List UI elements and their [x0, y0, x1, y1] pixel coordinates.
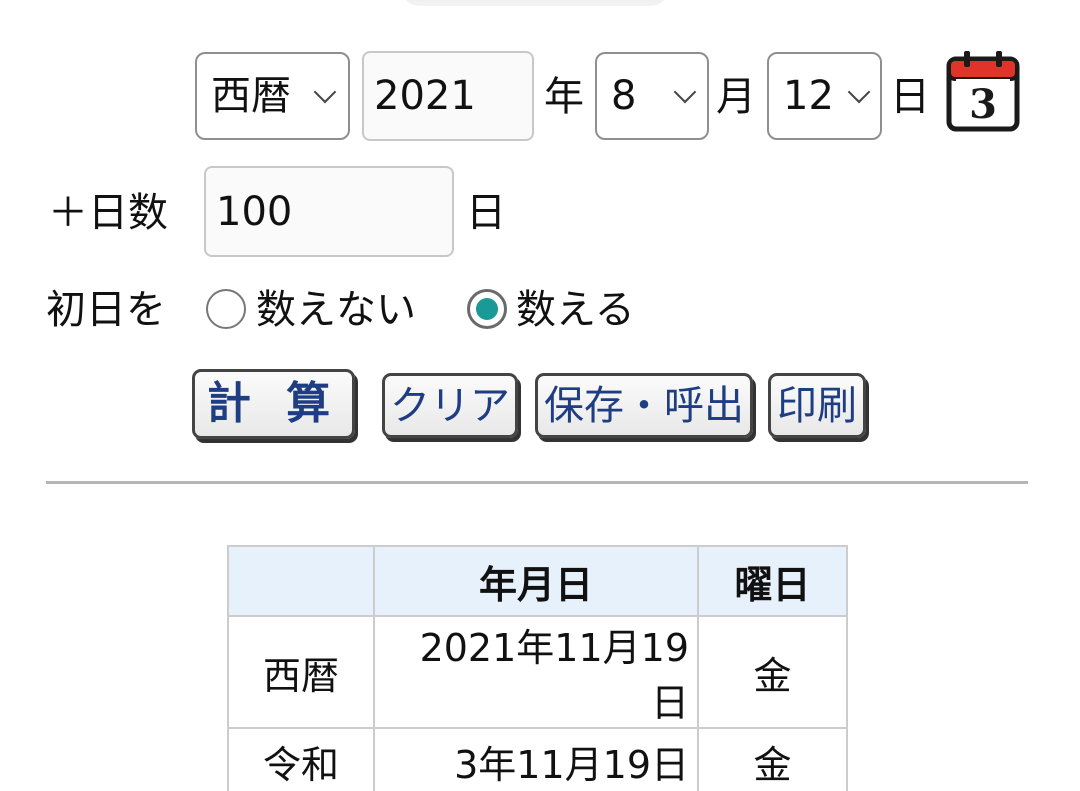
- radio-not-count-label[interactable]: 数えない: [256, 290, 416, 330]
- era-select[interactable]: 西暦: [195, 52, 350, 140]
- row-weekday: 金: [697, 615, 848, 729]
- table-header-date: 年月日: [373, 545, 699, 617]
- month-select-value: 8: [611, 73, 637, 119]
- day-label: 日: [890, 74, 930, 120]
- radio-count-label[interactable]: 数える: [516, 290, 635, 330]
- row-weekday: 金: [697, 727, 848, 791]
- month-label: 月: [716, 74, 756, 120]
- month-select[interactable]: 8: [595, 52, 709, 140]
- divider: [46, 481, 1028, 484]
- table-header-row: 年月日 曜日: [227, 545, 848, 617]
- year-input-value: 2021: [374, 73, 476, 119]
- add-days-input[interactable]: 100: [204, 166, 454, 257]
- era-select-value: 西暦: [211, 73, 291, 119]
- chevron-down-icon: [673, 80, 697, 104]
- add-days-input-value: 100: [216, 188, 293, 235]
- row-date: 3年11月19日: [373, 727, 699, 791]
- add-days-label: ＋日数: [48, 190, 168, 236]
- print-button[interactable]: 印刷: [768, 373, 866, 438]
- date-calculator-page: 西暦 2021 年 8 月 12 日 3 ＋日数 100 日 初日を 数えない …: [0, 0, 1080, 791]
- top-shadow: [400, 0, 670, 6]
- radio-not-count[interactable]: [206, 289, 246, 329]
- year-label: 年: [544, 74, 584, 120]
- first-day-label: 初日を: [46, 287, 166, 333]
- day-select[interactable]: 12: [767, 52, 882, 140]
- chevron-down-icon: [313, 80, 337, 104]
- calendar-icon-digit: 3: [969, 81, 997, 128]
- clear-button[interactable]: クリア: [382, 373, 518, 438]
- day-select-value: 12: [783, 73, 834, 119]
- result-table: 年月日 曜日 西暦 2021年11月19日 金 令和 3年11月19日 金: [227, 545, 848, 791]
- chevron-down-icon: [847, 80, 871, 104]
- calendar-icon[interactable]: 3: [946, 50, 1020, 132]
- row-date: 2021年11月19日: [373, 615, 699, 729]
- radio-count[interactable]: [467, 289, 507, 329]
- table-header-weekday: 曜日: [697, 545, 848, 617]
- year-input[interactable]: 2021: [362, 51, 534, 141]
- calculate-button[interactable]: 計 算: [192, 369, 355, 439]
- row-era: 令和: [227, 727, 375, 791]
- table-row: 西暦 2021年11月19日 金: [227, 615, 848, 729]
- table-header-era: [227, 545, 375, 617]
- add-days-unit: 日: [466, 190, 506, 236]
- table-row: 令和 3年11月19日 金: [227, 727, 848, 791]
- row-era: 西暦: [227, 615, 375, 729]
- save-load-button[interactable]: 保存・呼出: [535, 373, 753, 438]
